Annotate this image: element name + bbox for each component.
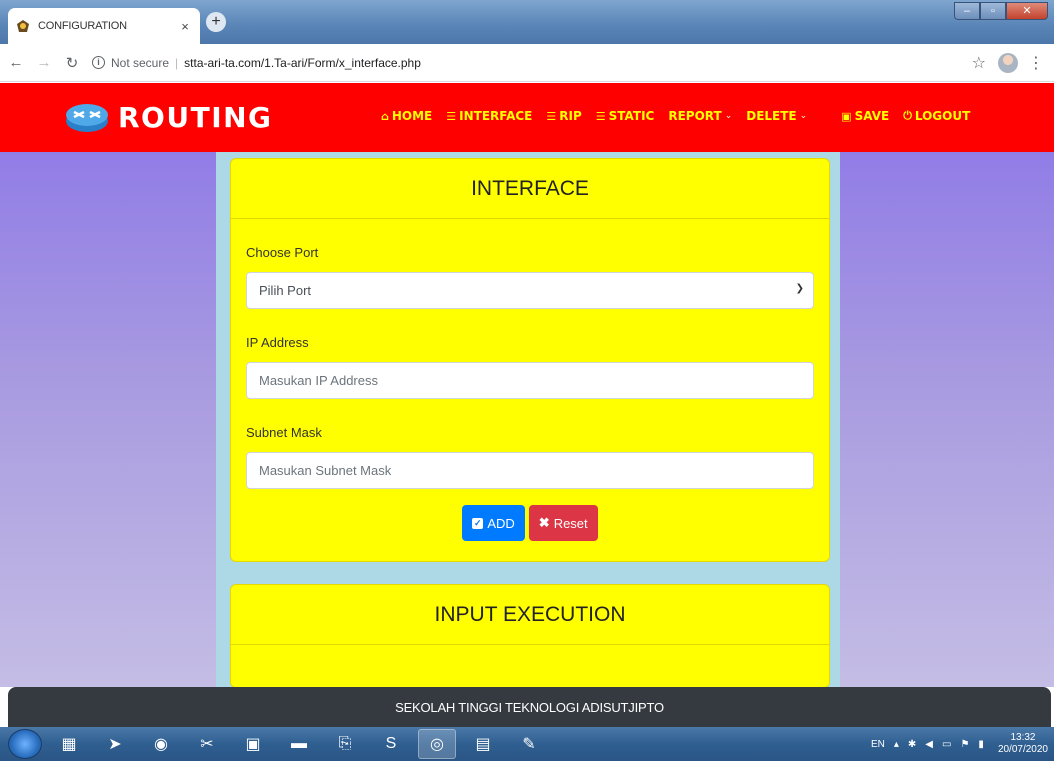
explorer-icon[interactable]: ▤ xyxy=(464,729,502,759)
interface-form: Choose Port Pilih Port ❯ IP Address Subn… xyxy=(231,245,829,541)
list-icon: ☰ xyxy=(446,109,457,123)
browser-tab[interactable]: CONFIGURATION × xyxy=(8,8,200,44)
media-icon[interactable]: ◉ xyxy=(142,729,180,759)
brand-title: ROUTING xyxy=(118,100,273,134)
port-select[interactable]: Pilih Port xyxy=(246,272,814,309)
nav-static-label: STATIC xyxy=(608,109,655,123)
security-label: Not secure xyxy=(111,55,170,70)
subnet-label: Subnet Mask xyxy=(246,425,322,440)
bluetooth-icon[interactable]: ✱ xyxy=(908,739,916,750)
calculator-icon[interactable]: ▦ xyxy=(50,729,88,759)
nav-logout-label: LOGOUT xyxy=(914,109,971,123)
new-tab-button[interactable]: + xyxy=(206,12,226,32)
window-controls: – ▫ ✕ xyxy=(954,2,1048,20)
port-select-value: Pilih Port xyxy=(259,283,312,298)
nav-interface[interactable]: ☰ INTERFACE xyxy=(446,109,532,123)
tab-close-icon[interactable]: × xyxy=(178,19,192,34)
omnibox-separator: | xyxy=(175,55,179,70)
paint-icon[interactable]: ✎ xyxy=(510,729,548,759)
chevron-down-icon: ⌄ xyxy=(724,111,733,121)
clock[interactable]: 13:32 20/07/2020 xyxy=(998,732,1048,756)
browser-menu-icon[interactable]: ⋮ xyxy=(1028,53,1044,73)
page-body: ROUTING ⌂ HOME ☰ INTERFACE ☰ RIP ☰ STATI… xyxy=(0,83,1054,687)
nav-save[interactable]: ▣ SAVE xyxy=(841,109,889,123)
list-icon: ☰ xyxy=(595,109,606,123)
nav-delete-dropdown[interactable]: DELETE ⌄ xyxy=(746,109,807,123)
port-label: Choose Port xyxy=(246,245,319,260)
brand[interactable]: ROUTING xyxy=(64,99,273,135)
language-indicator[interactable]: EN xyxy=(871,739,885,750)
nav-logout[interactable]: ⏻ LOGOUT xyxy=(903,109,970,123)
check-square-icon: ✓ xyxy=(472,517,484,529)
main-container: INTERFACE Choose Port Pilih Port ❯ IP Ad… xyxy=(216,152,840,687)
chevron-down-icon: ⌄ xyxy=(799,111,808,121)
home-icon: ⌂ xyxy=(381,109,389,123)
minimize-button[interactable]: – xyxy=(954,2,980,20)
browser-tabstrip: CONFIGURATION × + – ▫ ✕ xyxy=(0,0,1054,44)
add-button-label: ADD xyxy=(487,515,515,531)
forward-arrow-icon[interactable]: → xyxy=(32,54,56,71)
cmd-icon[interactable]: ▬ xyxy=(280,729,318,759)
info-icon[interactable]: i xyxy=(92,56,105,69)
nav-delete-label: DELETE xyxy=(746,109,797,123)
footer: SEKOLAH TINGGI TEKNOLOGI ADISUTJIPTO xyxy=(8,687,1051,727)
nav-report-dropdown[interactable]: REPORT ⌄ xyxy=(668,109,732,123)
profile-avatar[interactable] xyxy=(998,52,1018,73)
site-favicon-icon xyxy=(17,20,29,32)
maxthon-icon[interactable]: ▣ xyxy=(234,729,272,759)
nav-rip-label: RIP xyxy=(559,109,582,123)
chrome-icon[interactable]: ◎ xyxy=(418,729,456,759)
ip-label: IP Address xyxy=(246,335,309,350)
network-tray-icon[interactable]: ▭ xyxy=(942,739,951,750)
nav-interface-label: INTERFACE xyxy=(459,109,533,123)
system-tray: EN ▴ ✱ ◀ ▭ ⚑ ▮ 13:32 20/07/2020 xyxy=(862,732,1048,756)
network-icon[interactable]: ⎘ xyxy=(326,729,364,759)
router-icon xyxy=(66,104,108,132)
url-text: stta-ari-ta.com/1.Ta-ari/Form/x_interfac… xyxy=(184,55,421,70)
tray-expand-icon[interactable]: ▴ xyxy=(894,739,899,750)
nav-rip[interactable]: ☰ RIP xyxy=(546,109,581,123)
port-select-wrapper: Pilih Port ❯ xyxy=(246,272,814,309)
nav-save-label: SAVE xyxy=(854,109,890,123)
sublime-icon[interactable]: S xyxy=(372,729,410,759)
maximize-button[interactable]: ▫ xyxy=(980,2,1006,20)
form-actions: ✓ ADD ✖ Reset xyxy=(246,505,814,541)
nav-menu: ⌂ HOME ☰ INTERFACE ☰ RIP ☰ STATIC REPORT… xyxy=(381,109,984,123)
address-bar: ← → ↻ i Not secure | stta-ari-ta.com/1.T… xyxy=(0,44,1054,82)
volume-icon[interactable]: ◀ xyxy=(925,739,933,750)
input-execution-card: INPUT EXECUTION xyxy=(230,584,830,687)
start-button[interactable] xyxy=(8,729,42,759)
clock-time: 13:32 xyxy=(1010,732,1036,743)
close-window-button[interactable]: ✕ xyxy=(1006,2,1048,20)
save-icon: ▣ xyxy=(841,109,852,123)
windows-taskbar: ▦ ➤ ◉ ✂ ▣ ▬ ⎘ S ◎ ▤ ✎ EN ▴ ✱ ◀ ▭ ⚑ ▮ 13:… xyxy=(0,727,1054,761)
omnibox[interactable]: i Not secure | stta-ari-ta.com/1.Ta-ari/… xyxy=(92,56,972,70)
input-execution-title: INPUT EXECUTION xyxy=(231,585,829,645)
tab-title: CONFIGURATION xyxy=(38,20,127,32)
flag-icon[interactable]: ⚑ xyxy=(960,739,969,750)
reload-icon[interactable]: ↻ xyxy=(60,54,84,72)
interface-card-title: INTERFACE xyxy=(231,159,829,219)
list-icon: ☰ xyxy=(546,109,557,123)
subnet-mask-input[interactable] xyxy=(246,452,814,489)
nav-home-label: HOME xyxy=(391,109,433,123)
snipping-tool-icon[interactable]: ✂ xyxy=(188,729,226,759)
reset-button[interactable]: ✖ Reset xyxy=(528,505,598,541)
nav-report-label: REPORT xyxy=(668,109,722,123)
top-navbar: ROUTING ⌂ HOME ☰ INTERFACE ☰ RIP ☰ STATI… xyxy=(0,83,1054,152)
ip-address-input[interactable] xyxy=(246,362,814,399)
clock-date: 20/07/2020 xyxy=(997,744,1048,755)
add-button[interactable]: ✓ ADD xyxy=(462,505,525,541)
telegram-icon[interactable]: ➤ xyxy=(96,729,134,759)
nav-home[interactable]: ⌂ HOME xyxy=(381,109,432,123)
battery-icon[interactable]: ▮ xyxy=(978,739,984,750)
x-icon: ✖ xyxy=(538,515,550,530)
power-icon: ⏻ xyxy=(903,109,912,122)
back-arrow-icon[interactable]: ← xyxy=(4,54,28,71)
interface-card: INTERFACE Choose Port Pilih Port ❯ IP Ad… xyxy=(230,158,830,562)
nav-static[interactable]: ☰ STATIC xyxy=(596,109,655,123)
footer-text: SEKOLAH TINGGI TEKNOLOGI ADISUTJIPTO xyxy=(395,699,664,715)
bookmark-star-icon[interactable]: ☆ xyxy=(972,53,986,73)
reset-button-label: Reset xyxy=(553,515,588,531)
